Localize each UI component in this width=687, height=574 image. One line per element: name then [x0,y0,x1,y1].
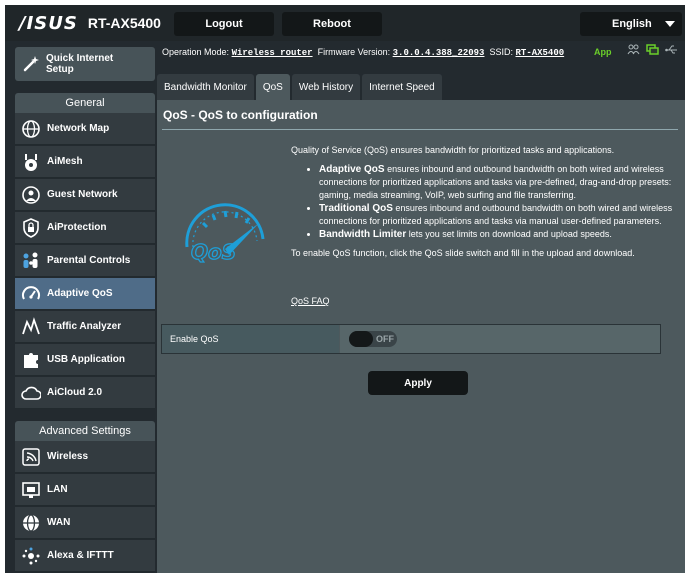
toggle-knob[interactable] [349,331,373,347]
toggle-state-label: OFF [376,334,394,344]
top-bar: /ISUS RT-AX5400 Logout Reboot English [5,5,685,41]
enable-qos-value-cell: OFF [340,325,660,353]
main-content: Operation Mode: Wireless router Firmware… [157,41,685,573]
tab-internet-speed[interactable]: Internet Speed [362,74,442,100]
traffic-icon [21,316,41,337]
asus-logo: /ISUS [19,12,78,34]
enable-qos-toggle[interactable]: OFF [349,331,397,347]
status-bar: Operation Mode: Wireless router Firmware… [162,47,612,58]
sidebar-item-label: Alexa & IFTTT [47,550,114,561]
aimesh-icon [21,152,41,172]
sidebar-item-label: WAN [47,517,71,528]
qos-panel: QoS - QoS to configuration QoS Quality o… [157,100,685,573]
sidebar-item-network-map[interactable]: Network Map [15,113,155,145]
qos-type-name: Adaptive QoS [319,164,385,175]
sidebar-item-lan[interactable]: LAN [15,474,155,506]
reboot-button[interactable]: Reboot [282,12,382,36]
puzzle-icon [21,350,41,370]
quick-internet-setup-button[interactable]: Quick Internet Setup [15,47,155,81]
tab-bar: Bandwidth Monitor QoS Web History Internet … [157,74,444,100]
qos-type-item: Bandwidth Limiter lets you set limits on… [319,228,675,241]
lan-icon [21,480,41,500]
enable-instruction: To enable QoS function, click the QoS sl… [291,248,635,258]
sidebar-item-label: Wireless [47,451,89,462]
qos-description: Quality of Service (QoS) ensures bandwid… [291,144,675,260]
usb-icon[interactable] [665,44,678,55]
sidebar-item-label: Network Map [47,123,110,134]
advanced-settings-header: Advanced Settings [15,421,155,441]
enable-qos-label: Enable QoS [162,325,339,353]
sidebar-item-label: Adaptive QoS [47,288,113,299]
qos-type-name: Traditional QoS [319,203,393,214]
general-section-header: General [15,93,155,113]
sidebar-item-label: USB Application [47,354,125,365]
wan-globe-icon [21,513,41,533]
ssid-link[interactable]: RT-AX5400 [516,48,565,58]
enable-qos-row: Enable QoS OFF [161,324,661,354]
magic-wand-icon [23,56,39,72]
sidebar-item-adaptive-qos[interactable]: Adaptive QoS [15,278,155,310]
title-divider [162,129,678,130]
network-status-icon[interactable] [646,44,659,55]
app-link[interactable]: App [594,47,612,57]
qos-type-item: Adaptive QoS ensures inbound and outboun… [319,163,675,202]
quick-setup-label: Quick Internet Setup [46,53,114,75]
qos-faq-link[interactable]: QoS FAQ [291,296,330,306]
sidebar-item-label: Traffic Analyzer [47,321,122,332]
model-name: RT-AX5400 [87,15,161,31]
tab-qos[interactable]: QoS [255,74,290,100]
brand: /ISUS RT-AX5400 [19,12,161,34]
svg-text:QoS: QoS [191,240,236,264]
tab-bandwidth-monitor[interactable]: Bandwidth Monitor [157,74,254,100]
logout-button[interactable]: Logout [174,12,274,36]
guest-globe-icon [21,185,41,205]
tab-web-history[interactable]: Web History [291,74,361,100]
sidebar-item-aimesh[interactable]: AiMesh [15,146,155,178]
qos-types-list: Adaptive QoS ensures inbound and outboun… [291,163,675,241]
qos-type-item: Traditional QoS ensures inbound and outb… [319,202,675,228]
speedometer-icon [21,284,41,304]
alexa-icon [21,546,41,566]
qos-speedometer-logo: QoS [185,203,265,265]
sidebar-item-aicloud-2-0[interactable]: AiCloud 2.0 [15,377,155,409]
sidebar-item-traffic-analyzer[interactable]: Traffic Analyzer [15,311,155,343]
globe-icon [21,119,41,139]
family-icon [21,251,41,271]
sidebar-item-label: AiProtection [47,222,107,233]
sidebar-item-label: LAN [47,484,68,495]
chevron-down-icon [665,21,675,27]
sidebar-item-label: Parental Controls [47,255,131,266]
sidebar-item-guest-network[interactable]: Guest Network [15,179,155,211]
language-select[interactable]: English [580,12,682,36]
router-admin-window: /ISUS RT-AX5400 Logout Reboot English Qu… [5,5,685,573]
users-icon[interactable] [627,44,640,55]
sidebar-item-label: AiMesh [47,156,83,167]
firmware-version-link[interactable]: 3.0.0.4.388_22093 [393,48,485,58]
wifi-icon [21,447,41,467]
sidebar-item-label: Guest Network [47,189,118,200]
cloud-icon [21,383,41,403]
lock-shield-icon [21,217,41,238]
qos-type-description: lets you set limits on download and uplo… [406,229,612,239]
sidebar-item-wireless[interactable]: Wireless [15,441,155,473]
sidebar-item-aiprotection[interactable]: AiProtection [15,212,155,244]
page-title: QoS - QoS to configuration [163,108,318,122]
operation-mode-link[interactable]: Wireless router [232,48,313,58]
status-icons [627,44,678,55]
intro-text: Quality of Service (QoS) ensures bandwid… [291,145,615,155]
sidebar-item-label: AiCloud 2.0 [47,387,103,398]
sidebar-item-alexa-ifttt[interactable]: Alexa & IFTTT [15,540,155,572]
sidebar-item-usb-application[interactable]: USB Application [15,344,155,376]
qos-type-name: Bandwidth Limiter [319,229,407,240]
language-value: English [612,18,652,30]
sidebar-item-parental-controls[interactable]: Parental Controls [15,245,155,277]
sidebar-item-wan[interactable]: WAN [15,507,155,539]
apply-button[interactable]: Apply [368,371,468,395]
